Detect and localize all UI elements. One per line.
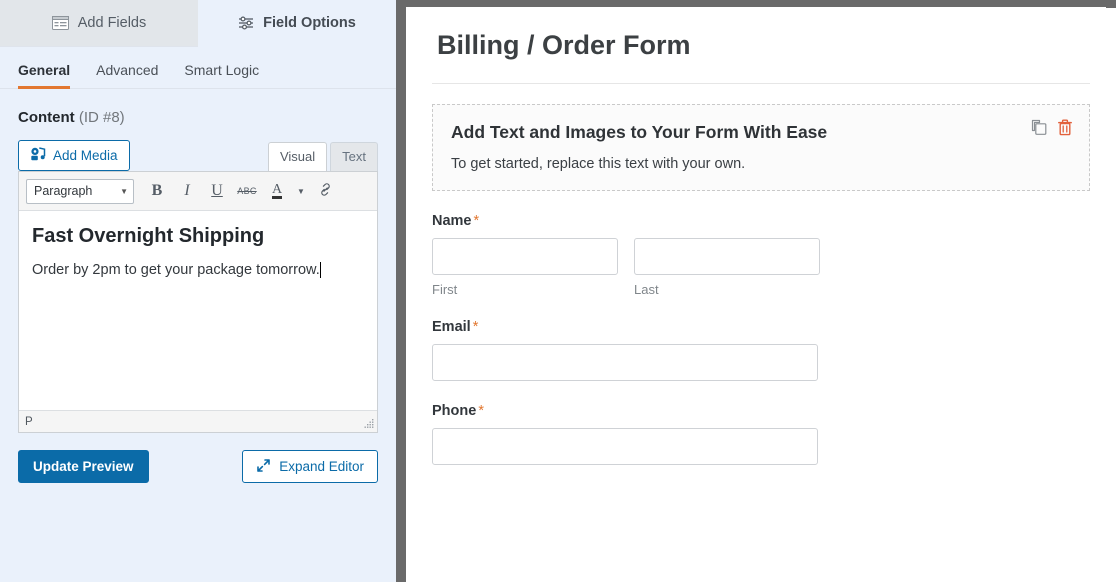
editor-toolbar: Paragraph ▼ B I U ABC A ▼	[19, 172, 377, 211]
field-phone: Phone *	[432, 381, 1090, 465]
content-label: Content	[18, 109, 75, 126]
required-asterisk: *	[472, 318, 479, 335]
tab-visual-label: Visual	[279, 149, 316, 165]
sub-tab-bar: General Advanced Smart Logic	[0, 47, 396, 89]
sliders-icon	[238, 16, 254, 30]
strikethrough-button[interactable]: ABC	[233, 178, 261, 204]
field-phone-label-text: Phone	[432, 402, 477, 419]
field-name: Name * First Last	[432, 191, 1090, 297]
bold-label: B	[151, 182, 163, 199]
text-color-label: A	[271, 181, 283, 199]
field-email-label-text: Email	[432, 318, 471, 335]
html-block-text: To get started, replace this text with y…	[451, 155, 746, 172]
content-field-id: (ID #8)	[78, 109, 125, 126]
preview-scrollbar-thumb[interactable]	[1106, 0, 1116, 8]
resize-handle[interactable]	[364, 419, 374, 429]
expand-icon	[256, 458, 271, 476]
update-preview-button[interactable]: Update Preview	[18, 450, 149, 483]
italic-button[interactable]: I	[173, 178, 201, 204]
editor-action-row: Update Preview Expand Editor	[0, 433, 396, 483]
tab-field-options-label: Field Options	[263, 15, 356, 31]
field-options-panel: Add Fields Field Options General Advance…	[0, 0, 396, 582]
editor-paragraph-text: Order by 2pm to get your package tomorro…	[32, 262, 320, 278]
last-name-sublabel: Last	[634, 281, 659, 297]
phone-input[interactable]	[432, 427, 818, 465]
editor-content-area[interactable]: Fast Overnight Shipping Order by 2pm to …	[19, 211, 377, 410]
form-preview-panel: Billing / Order Form Add Text and Images…	[406, 0, 1116, 582]
italic-label: I	[184, 182, 190, 199]
text-color-dropdown-icon[interactable]: ▼	[293, 178, 309, 204]
rich-text-editor: Paragraph ▼ B I U ABC A ▼ Fast Overnight…	[18, 171, 378, 433]
format-select[interactable]: Paragraph ▼	[26, 178, 134, 204]
editor-container: Add Media Visual Text Paragraph ▼ B I U …	[0, 126, 396, 433]
block-controls	[1031, 119, 1073, 136]
sub-tab-general-label: General	[18, 62, 71, 78]
tab-text-label: Text	[342, 149, 366, 165]
field-email: Email *	[432, 297, 1090, 381]
field-email-label: Email *	[432, 319, 1090, 335]
strikethrough-label: ABC	[237, 186, 257, 196]
content-section-heading: Content (ID #8)	[0, 89, 396, 126]
editor-status-bar: P	[19, 410, 377, 432]
field-name-label: Name *	[432, 213, 1090, 229]
name-subfields-row: First Last	[432, 237, 1090, 297]
last-name-input[interactable]	[634, 237, 820, 275]
sub-tab-smart-logic-label: Smart Logic	[184, 62, 260, 78]
sub-tab-advanced-label: Advanced	[96, 62, 159, 78]
field-name-label-text: Name	[432, 212, 472, 229]
underline-label: U	[211, 182, 223, 199]
sub-tab-advanced[interactable]: Advanced	[96, 62, 158, 89]
html-content-block[interactable]: Add Text and Images to Your Form With Ea…	[432, 104, 1090, 191]
add-media-button[interactable]: Add Media	[18, 140, 130, 171]
bold-button[interactable]: B	[143, 178, 171, 204]
expand-editor-button[interactable]: Expand Editor	[242, 450, 378, 483]
expand-editor-label: Expand Editor	[279, 459, 364, 474]
tab-field-options[interactable]: Field Options	[198, 0, 396, 47]
link-icon	[318, 182, 333, 201]
field-phone-label: Phone *	[432, 403, 1090, 419]
first-name-input[interactable]	[432, 237, 618, 275]
editor-mode-tabs: Visual Text	[267, 142, 378, 172]
email-input[interactable]	[432, 343, 818, 381]
name-first-col: First	[432, 237, 618, 297]
sub-tab-smart-logic[interactable]: Smart Logic	[184, 62, 259, 89]
required-asterisk: *	[478, 402, 484, 419]
text-cursor	[319, 262, 321, 279]
update-preview-label: Update Preview	[33, 459, 134, 474]
sub-tab-general[interactable]: General	[18, 62, 71, 89]
editor-top-row: Add Media Visual Text	[18, 140, 378, 172]
text-color-button[interactable]: A	[263, 178, 291, 204]
trash-icon[interactable]	[1057, 119, 1073, 136]
duplicate-icon[interactable]	[1031, 119, 1048, 136]
tab-add-fields-label: Add Fields	[77, 15, 147, 31]
form-list-icon	[51, 16, 69, 30]
element-path: P	[25, 415, 33, 428]
underline-button[interactable]: U	[203, 178, 231, 204]
page-title: Billing / Order Form	[432, 0, 1090, 84]
name-last-col: Last	[634, 237, 820, 297]
add-media-label: Add Media	[53, 148, 118, 163]
media-icon	[30, 147, 46, 164]
preview-scrollbar-track[interactable]	[1106, 0, 1116, 582]
required-asterisk: *	[473, 212, 480, 229]
email-col	[432, 343, 818, 381]
first-name-sublabel: First	[432, 281, 458, 297]
panel-tab-bar: Add Fields Field Options	[0, 0, 396, 47]
tab-add-fields[interactable]: Add Fields	[0, 0, 198, 47]
html-block-heading: Add Text and Images to Your Form With Ea…	[451, 122, 828, 142]
preview-top-edge	[406, 0, 1116, 7]
chevron-down-icon: ▼	[120, 186, 128, 196]
panel-divider[interactable]	[396, 0, 406, 582]
link-button[interactable]	[311, 178, 339, 204]
form-builder-app: Add Fields Field Options General Advance…	[0, 0, 1116, 582]
phone-col	[432, 427, 818, 465]
editor-heading-text: Fast Overnight Shipping	[32, 225, 265, 247]
format-select-value: Paragraph	[34, 184, 93, 198]
tab-text[interactable]: Text	[330, 142, 378, 172]
tab-visual[interactable]: Visual	[267, 142, 328, 172]
